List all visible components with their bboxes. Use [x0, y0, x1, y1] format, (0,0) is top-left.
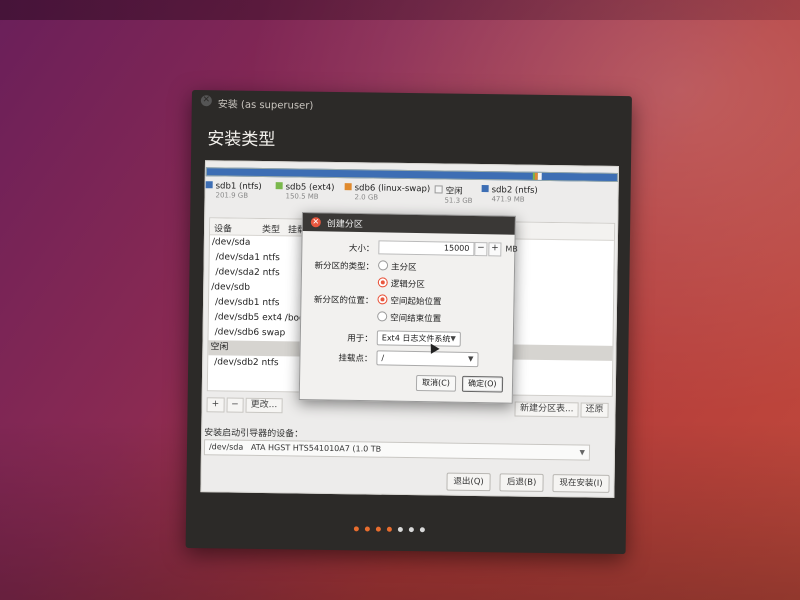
page-title: 安装类型 — [207, 129, 276, 151]
close-icon[interactable]: ✕ — [310, 217, 321, 228]
use-as-label: 用于： — [347, 333, 373, 345]
revert-button[interactable]: 还原 — [580, 402, 609, 418]
partition-bar — [205, 167, 618, 182]
legend-size: 201.9 GB — [215, 191, 249, 200]
legend-swatch — [205, 181, 213, 189]
back-button[interactable]: 后退(B) — [499, 473, 544, 492]
legend-label: sdb5 (ext4) — [285, 182, 335, 193]
cancel-button[interactable]: 取消(C) — [415, 375, 456, 392]
remove-partition-button[interactable]: − — [226, 397, 244, 413]
progress-dot — [375, 526, 381, 532]
progress-dot — [397, 526, 403, 532]
progress-dot — [353, 526, 359, 532]
size-label: 大小： — [348, 243, 375, 255]
top-panel — [0, 0, 800, 20]
window-title: 安装 (as superuser) — [217, 99, 314, 112]
boot-device-description: ATA HGST HTS541010A7 (1.0 TB — [250, 442, 382, 454]
dialog-title: 创建分区 — [326, 219, 363, 231]
row-device: /dev/sda2 ntfs — [215, 267, 280, 279]
legend-swatch — [275, 182, 283, 190]
size-decrement-button[interactable]: − — [474, 242, 488, 257]
radio-label: 主分区 — [390, 262, 417, 274]
progress-dot — [408, 527, 414, 533]
size-input[interactable]: 15000 — [378, 240, 475, 257]
progress-dot — [419, 527, 425, 533]
legend-label: sdb1 (ntfs) — [215, 181, 262, 192]
navigation-buttons: 退出(Q) 后退(B) 现在安装(I) — [442, 469, 610, 493]
mount-point-label: 挂载点： — [338, 353, 373, 365]
legend-item-sdb6: sdb6 (linux-swap) 2.0 GB — [344, 183, 430, 202]
column-header-type[interactable]: 类型 — [262, 222, 280, 235]
legend-item-sdb1: sdb1 (ntfs) 201.9 GB — [205, 181, 262, 200]
legend-swatch — [481, 185, 489, 193]
use-as-value: Ext4 日志文件系统 — [381, 333, 451, 344]
radio-label: 空间结束位置 — [390, 313, 442, 325]
legend-size: 51.3 GB — [444, 196, 473, 205]
radio-indicator — [377, 311, 388, 322]
progress-dots — [353, 516, 431, 533]
legend-swatch — [344, 183, 352, 191]
row-device: /dev/sdb5 ext4 — [214, 312, 283, 324]
window-titlebar: ✕ 安装 (as superuser) — [192, 90, 632, 120]
install-now-button[interactable]: 现在安装(I) — [552, 474, 610, 493]
location-start-radio[interactable]: 空间起始位置 — [377, 294, 442, 308]
chevron-down-icon: ▼ — [450, 334, 456, 343]
radio-indicator — [377, 277, 388, 288]
add-partition-button[interactable]: + — [206, 397, 225, 413]
partition-bar-segment-sdb2 — [541, 172, 617, 181]
mount-point-value: / — [381, 353, 385, 363]
legend-label: sdb2 (ntfs) — [491, 185, 538, 196]
radio-indicator — [377, 294, 388, 305]
boot-device: /dev/sda — [208, 442, 244, 452]
row-device: /dev/sdb2 ntfs — [214, 357, 279, 369]
legend-item-free: 空闲 51.3 GB — [434, 184, 473, 205]
mount-point-select[interactable]: / ▼ — [376, 350, 479, 368]
type-logical-radio[interactable]: 逻辑分区 — [377, 277, 425, 291]
use-as-select[interactable]: Ext4 日志文件系统 ▼ — [376, 330, 461, 347]
radio-indicator — [377, 260, 389, 271]
column-header-device[interactable]: 设备 — [214, 221, 232, 234]
create-partition-dialog: ✕ 创建分区 大小： 15000 − + MB 新分区的类型： 主分区 逻辑分区… — [298, 212, 518, 404]
size-unit: MB — [505, 244, 518, 254]
progress-dot — [364, 526, 370, 532]
dialog-titlebar: ✕ 创建分区 — [302, 213, 515, 235]
quit-button[interactable]: 退出(Q) — [446, 472, 491, 492]
partition-location-label: 新分区的位置： — [313, 295, 374, 307]
row-device: /dev/sdb6 swap — [214, 327, 286, 339]
size-increment-button[interactable]: + — [488, 242, 502, 257]
partition-type-label: 新分区的类型： — [314, 261, 375, 273]
legend-item-sdb5: sdb5 (ext4) 150.5 MB — [275, 182, 335, 201]
row-device: /dev/sdb — [211, 282, 251, 293]
row-device: /dev/sda1 ntfs — [215, 252, 280, 264]
legend-item-sdb2: sdb2 (ntfs) 471.9 MB — [481, 185, 538, 204]
boot-loader-label: 安装启动引导器的设备： — [204, 428, 304, 440]
progress-dot — [386, 526, 392, 532]
legend-label: 空闲 — [445, 186, 463, 197]
location-end-radio[interactable]: 空间结束位置 — [377, 311, 441, 324]
close-icon[interactable]: ✕ — [200, 95, 212, 107]
legend-size: 471.9 MB — [491, 195, 525, 204]
row-device: /dev/sda — [211, 237, 251, 248]
radio-label: 空间起始位置 — [390, 296, 442, 308]
chevron-down-icon: ▼ — [579, 448, 586, 457]
legend-size: 2.0 GB — [354, 193, 379, 202]
row-device: 空闲 — [210, 342, 229, 353]
new-partition-table-button[interactable]: 新建分区表... — [514, 401, 579, 418]
ok-button[interactable]: 确定(O) — [461, 375, 503, 393]
boot-loader-select[interactable]: /dev/sda ATA HGST HTS541010A7 (1.0 TB ▼ — [203, 439, 591, 461]
legend-swatch — [434, 185, 443, 194]
type-primary-radio[interactable]: 主分区 — [377, 260, 417, 274]
legend-size: 150.5 MB — [285, 192, 319, 201]
change-partition-button[interactable]: 更改... — [245, 397, 283, 414]
chevron-down-icon: ▼ — [468, 354, 474, 364]
row-device: /dev/sdb1 ntfs — [214, 297, 280, 309]
radio-label: 逻辑分区 — [390, 279, 425, 291]
